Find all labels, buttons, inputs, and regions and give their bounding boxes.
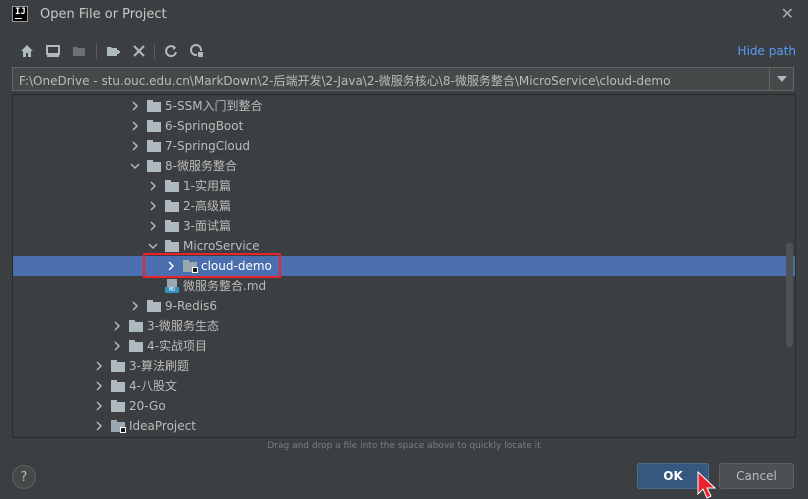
tree-row-label: 5-SSM入门到整合 [165,99,263,113]
tree-row-label: 7-SpringCloud [165,139,250,153]
mouse-cursor-icon [697,470,717,499]
chevron-right-icon[interactable] [129,140,141,152]
dialog-title: Open File or Project [40,7,167,22]
tree-row-label: 2-高级篇 [183,199,231,213]
tree-row-label: 4-实战项目 [147,339,207,353]
tree-row-label: 3-面试篇 [183,219,231,233]
chevron-right-icon[interactable] [147,200,159,212]
drag-drop-hint: Drag and drop a file into the space abov… [267,441,541,451]
folder-icon [165,180,179,192]
tree-row[interactable]: 4-实战项目 [13,336,795,356]
module-folder-icon [111,420,126,433]
project-folder-icon[interactable] [70,42,88,60]
path-input[interactable]: F:\OneDrive - stu.ouc.edu.cn\MarkDown\2-… [12,67,794,91]
tree-row-label: 20-Go [129,399,166,413]
tree-row[interactable]: MicroService [13,236,795,256]
chevron-right-icon[interactable] [93,420,105,432]
toolbar: Hide path [0,38,808,64]
folder-icon [147,120,161,132]
tree-scrollbar[interactable] [786,243,793,347]
tree-row-label: MicroService [183,239,260,253]
show-hidden-icon[interactable] [188,42,206,60]
folder-icon [147,140,161,152]
tree-row[interactable]: MD 微服务整合.md [13,276,795,296]
tree-row[interactable]: 2-高级篇 [13,196,795,216]
intellij-logo-icon: IJ [12,6,28,22]
folder-icon [165,240,179,252]
tree-row[interactable]: 5-SSM入门到整合 [13,96,795,116]
tree-row-label: 6-SpringBoot [165,119,244,133]
chevron-right-icon[interactable] [147,220,159,232]
tree-row[interactable]: 1-实用篇 [13,176,795,196]
markdown-file-icon: MD [165,279,179,293]
chevron-right-icon[interactable] [93,380,105,392]
chevron-right-icon[interactable] [93,400,105,412]
tree-row[interactable]: cloud-demo [13,256,795,276]
tree-row-label: 4-八股文 [129,379,177,393]
chevron-down-icon[interactable] [129,160,141,172]
tree-row[interactable]: 7-SpringCloud [13,136,795,156]
tree-row[interactable]: 6-SpringBoot [13,116,795,136]
new-folder-icon[interactable] [104,42,122,60]
folder-icon [165,200,179,212]
tree-row[interactable]: IdeaProject [13,416,795,436]
chevron-down-icon [776,76,787,82]
folder-icon [111,380,125,392]
chevron-right-icon[interactable] [165,260,177,272]
tree-row[interactable]: 3-微服务生态 [13,316,795,336]
tree-row-label: 8-微服务整合 [165,159,237,173]
chevron-down-icon[interactable] [147,240,159,252]
module-folder-icon [183,260,198,273]
hide-path-link[interactable]: Hide path [738,44,796,58]
folder-icon [111,360,125,372]
help-button[interactable]: ? [12,465,36,489]
tree-row[interactable]: 3-算法刷题 [13,356,795,376]
chevron-right-icon[interactable] [129,300,141,312]
close-icon[interactable]: ✕ [781,4,794,23]
tree-row-label: 1-实用篇 [183,179,231,193]
tree-row-label: IdeaProject [129,419,196,433]
tree-row-label: 3-微服务生态 [147,319,219,333]
cancel-button[interactable]: Cancel [719,463,794,489]
tree-row-label: cloud-demo [201,259,272,273]
home-icon[interactable] [18,42,36,60]
chevron-right-icon[interactable] [147,180,159,192]
folder-icon [147,100,161,112]
tree-row[interactable]: 8-微服务整合 [13,156,795,176]
tree-row-label: 3-算法刷题 [129,359,189,373]
tree-row[interactable]: 3-面试篇 [13,216,795,236]
desktop-icon[interactable] [44,42,62,60]
chevron-right-icon[interactable] [129,120,141,132]
file-tree[interactable]: 5-SSM入门到整合 6-SpringBoot 7-SpringCloud 8-微服务… [12,94,796,438]
path-dropdown-button[interactable] [769,68,793,90]
path-value[interactable]: F:\OneDrive - stu.ouc.edu.cn\MarkDown\2-… [19,72,670,89]
folder-icon [111,400,125,412]
chevron-right-icon[interactable] [129,100,141,112]
folder-icon [147,160,161,172]
tree-row[interactable]: 4-八股文 [13,376,795,396]
refresh-icon[interactable] [162,42,180,60]
folder-icon [147,300,161,312]
chevron-right-icon[interactable] [111,340,123,352]
tree-row[interactable]: 20-Go [13,396,795,416]
folder-icon [129,320,143,332]
tree-row-label: 微服务整合.md [183,279,267,293]
delete-icon[interactable] [130,42,148,60]
chevron-right-icon[interactable] [93,360,105,372]
tree-row[interactable]: 9-Redis6 [13,296,795,316]
chevron-right-icon[interactable] [111,320,123,332]
folder-icon [129,340,143,352]
title-bar: IJ Open File or Project ✕ [0,0,808,30]
folder-icon [165,220,179,232]
tree-row-label: 9-Redis6 [165,299,217,313]
